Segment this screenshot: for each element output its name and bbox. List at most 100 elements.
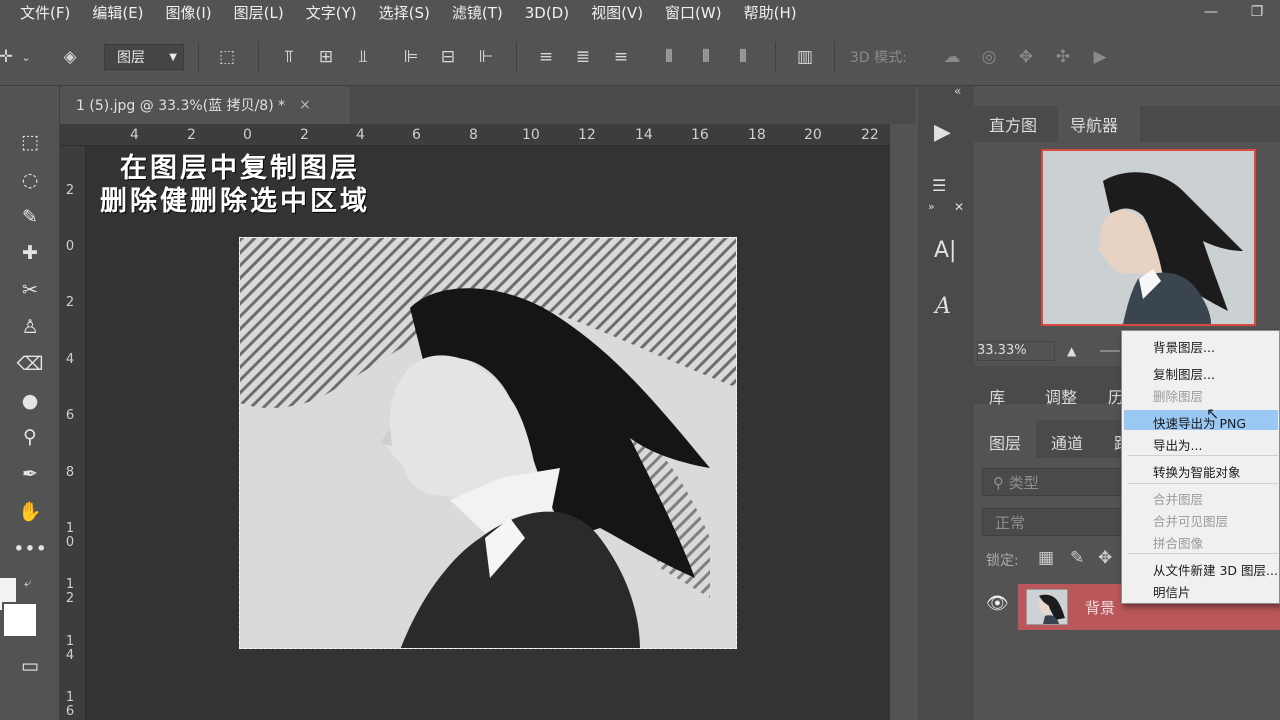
menu-layer[interactable]: 图层(L) [223,0,295,28]
menu-item-delete-layer[interactable]: 删除图层 [1153,386,1203,405]
3d-orbit-icon[interactable]: ☁ [940,45,964,69]
lasso-icon[interactable]: ◌ [16,166,44,194]
divider [834,42,835,72]
type-icon[interactable]: A [935,294,951,319]
actions-icon[interactable]: ☰ [932,176,946,195]
chevron-down-icon[interactable]: ⌄ [14,45,38,69]
mouse-cursor-icon: ↖ [1206,404,1220,423]
3d-pan-icon[interactable]: ✥ [1014,45,1038,69]
hand-icon[interactable]: ✋ [16,497,44,525]
align-bottom-icon[interactable]: ⫫ [351,45,375,69]
eraser-icon[interactable]: ⌫ [16,350,44,378]
menu-item-new-3d-layer[interactable]: 从文件新建 3D 图层... [1153,560,1278,579]
distribute-hcenter-icon[interactable]: ⦀ [694,45,718,69]
menu-select[interactable]: 选择(S) [368,0,441,28]
lock-paint-icon[interactable]: ✎ [1070,548,1084,568]
patch-icon[interactable]: ✂ [16,276,44,304]
expand-panels-icon[interactable]: » [928,200,935,213]
auto-align-icon[interactable]: ▥ [793,45,817,69]
pen-icon[interactable]: ✒ [16,460,44,488]
marquee-icon[interactable]: ⬚ [16,128,44,156]
align-vcenter-icon[interactable]: ⊞ [314,45,338,69]
tab-channels[interactable]: 通道 [1051,430,1083,454]
healing-brush-icon[interactable]: ✚ [16,239,44,267]
layer-name[interactable]: 背景 [1085,597,1115,618]
lock-transparent-icon[interactable]: ▦ [1038,548,1054,568]
dodge-icon[interactable]: ⚲ [16,423,44,451]
more-tools-icon[interactable]: ••• [13,535,47,563]
menu-type[interactable]: 文字(Y) [295,0,368,28]
ruler-label: 6 [65,408,75,423]
align-left-icon[interactable]: ⊫ [399,45,423,69]
distribute-top-icon[interactable]: ≡ [534,45,558,69]
menu-item-merge-visible[interactable]: 合并可见图层 [1153,511,1228,530]
align-hcenter-icon[interactable]: ⊟ [436,45,460,69]
document-image[interactable] [239,237,737,649]
background-color-swatch[interactable] [2,602,38,638]
align-top-icon[interactable]: ⫪ [277,45,301,69]
menu-3d[interactable]: 3D(D) [514,0,580,28]
blend-mode-select[interactable]: 正常 [982,508,1122,536]
navigator-preview[interactable] [1041,149,1256,326]
minimize-button[interactable]: — [1188,0,1234,24]
auto-select-icon[interactable]: ◈ [58,45,82,69]
menu-item-export-as[interactable]: 导出为... [1153,435,1202,454]
ruler-label: 1 4 [65,634,75,663]
document-tab[interactable]: 1 (5).jpg @ 33.3%(蓝 拷贝/8) * × [60,86,350,124]
menu-item-background-layer[interactable]: 背景图层... [1153,337,1215,356]
close-icon[interactable]: ✕ [954,200,964,214]
menu-view[interactable]: 视图(V) [580,0,654,28]
vertical-ruler: 2 0 2 4 6 8 1 0 1 2 1 4 1 6 [60,146,86,720]
menu-filter[interactable]: 滤镜(T) [441,0,514,28]
auto-select-dropdown[interactable]: 图层 ▼ [104,44,184,70]
menu-item-duplicate-layer[interactable]: 复制图层... [1153,364,1215,383]
lock-position-icon[interactable]: ✥ [1098,548,1112,568]
menu-edit[interactable]: 编辑(E) [81,0,154,28]
distribute-bottom-icon[interactable]: ≡ [609,45,633,69]
layer-thumbnail [1026,589,1068,625]
3d-roll-icon[interactable]: ◎ [977,45,1001,69]
collapse-panels-icon[interactable]: « [954,84,961,98]
distribute-left-icon[interactable]: ⦀ [657,45,681,69]
tab-library[interactable]: 库 [989,384,1005,408]
menu-help[interactable]: 帮助(H) [733,0,808,28]
window-controls: — ❐ [1188,0,1280,24]
align-right-icon[interactable]: ⊩ [474,45,498,69]
menu-item-convert-smart-object[interactable]: 转换为智能对象 [1153,462,1241,481]
3d-slide-icon[interactable]: ✣ [1051,45,1075,69]
zoom-field[interactable] [977,341,1055,361]
play-icon[interactable]: ▶ [934,120,951,145]
screen-mode-icon[interactable]: ▭ [16,652,44,680]
zoom-out-icon[interactable]: ▲ [1067,344,1076,358]
swap-colors-icon[interactable]: ⤶ [24,576,31,591]
menu-item-postcard[interactable]: 明信片 [1153,582,1191,601]
eye-icon[interactable]: 👁 [986,593,1009,614]
close-icon[interactable]: × [299,97,311,113]
menu-image[interactable]: 图像(I) [155,0,223,28]
ruler-label: 2 [187,127,196,143]
menu-item-quick-export-png[interactable]: 快速导出为 PNG [1153,413,1246,432]
tab-layers[interactable]: 图层 [989,430,1021,454]
menu-file[interactable]: 文件(F) [0,0,81,28]
character-panel-icon[interactable]: A| [934,238,956,263]
menu-window[interactable]: 窗口(W) [654,0,733,28]
transform-controls-icon[interactable]: ⬚ [215,45,239,69]
ruler-label: 12 [578,127,596,143]
distribute-vcenter-icon[interactable]: ≣ [571,45,595,69]
ruler-label: 1 0 [65,521,75,550]
ruler-label: 6 [412,127,421,143]
zoom-slider[interactable] [1100,350,1120,352]
restore-button[interactable]: ❐ [1234,0,1280,24]
menu-item-flatten-image[interactable]: 拼合图像 [1153,533,1203,552]
layer-filter-search[interactable]: ⚲ 类型 [982,468,1122,496]
tab-histogram[interactable]: 直方图 [989,112,1037,136]
distribute-right-icon[interactable]: ⦀ [731,45,755,69]
blur-icon[interactable]: ● [16,387,44,415]
quick-select-icon[interactable]: ✎ [16,203,44,231]
stamp-icon[interactable]: ♙ [16,313,44,341]
tab-navigator[interactable]: 导航器 [1070,112,1118,136]
tab-adjustments[interactable]: 调整 [1045,384,1077,408]
ruler-label: 2 [65,295,75,310]
menu-item-merge-layers[interactable]: 合并图层 [1153,489,1203,508]
3d-camera-icon[interactable]: ▶ [1088,45,1112,69]
